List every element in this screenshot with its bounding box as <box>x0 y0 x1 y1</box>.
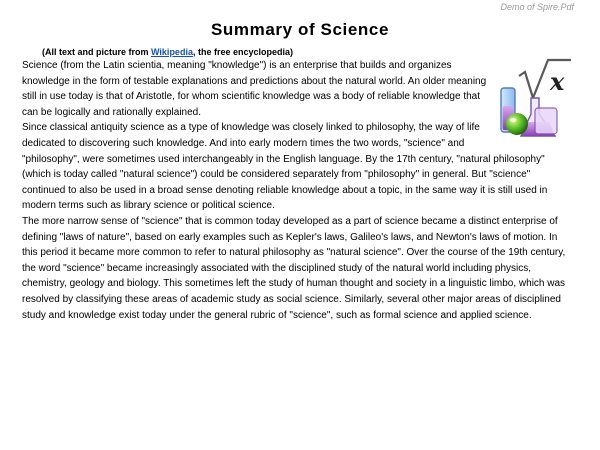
article-body: x Science (from the Latin scientia, mean… <box>22 58 575 323</box>
page-title: Summary of Science <box>210 20 390 39</box>
logo-x-symbol: x <box>549 67 565 96</box>
source-credit: (All text and picture from Wikipedia, th… <box>42 47 293 57</box>
credit-prefix: (All text and picture from <box>42 47 152 57</box>
paragraph-3: The more narrow sense of "science" that … <box>22 215 566 321</box>
science-flask-root-x-icon: x <box>500 58 571 137</box>
credit-suffix: , the free encyclopedia) <box>192 47 293 57</box>
watermark: Demo of Spire.Pdf <box>500 2 574 12</box>
wikipedia-link[interactable]: Wikipedia <box>151 47 193 57</box>
